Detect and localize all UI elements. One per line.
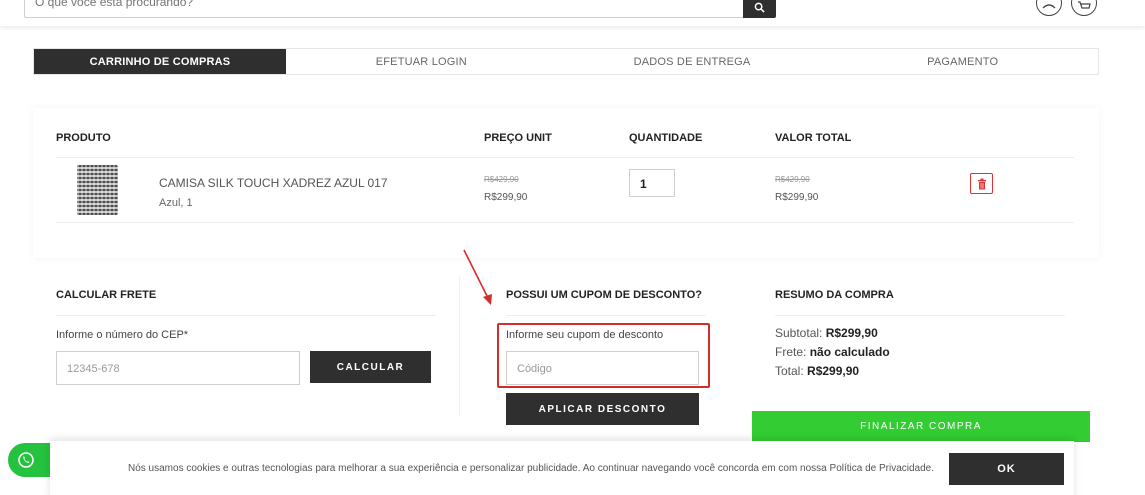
section-divider <box>56 315 436 316</box>
total-label: Total: <box>775 364 804 378</box>
summary-title: RESUMO DA COMPRA <box>775 289 894 301</box>
search-icon <box>754 2 765 13</box>
subtotal-value: R$299,90 <box>825 326 878 340</box>
product-variant: Azul, 1 <box>159 197 193 209</box>
search-button[interactable] <box>743 0 776 18</box>
whatsapp-icon <box>18 452 34 468</box>
checkout-steps: CARRINHO DE COMPRAS EFETUAR LOGIN DADOS … <box>33 48 1099 75</box>
cart-button[interactable] <box>1071 0 1097 16</box>
checkout-button[interactable]: FINALIZAR COMPRA <box>752 411 1090 442</box>
summary-subtotal: Subtotal: R$299,90 <box>775 326 878 340</box>
section-divider <box>459 276 460 416</box>
column-header-quantity: QUANTIDADE <box>629 132 703 144</box>
section-divider <box>775 315 1065 316</box>
total-price: R$299,90 <box>775 192 819 203</box>
search-input[interactable] <box>35 0 635 9</box>
cookie-text: Nós usamos cookies e outras tecnologias … <box>128 463 935 474</box>
site-header <box>0 0 1145 26</box>
cookie-banner: Nós usamos cookies e outras tecnologias … <box>50 441 1074 495</box>
cart-icon <box>1078 1 1091 9</box>
step-delivery[interactable]: DADOS DE ENTREGA <box>557 49 828 74</box>
section-divider <box>506 315 706 316</box>
trash-icon <box>978 178 986 190</box>
total-value: R$299,90 <box>807 364 860 378</box>
shipping-value: não calculado <box>809 345 890 359</box>
column-header-product: PRODUTO <box>56 132 111 144</box>
product-name[interactable]: CAMISA SILK TOUCH XADREZ AZUL 017 <box>159 176 388 190</box>
highlight-annotation-box <box>497 323 710 388</box>
remove-item-button[interactable] <box>970 173 993 194</box>
cookie-ok-button[interactable]: OK <box>949 453 1064 485</box>
cep-input[interactable]: 12345-678 <box>56 351 300 385</box>
arrow-annotation <box>463 249 492 305</box>
step-login[interactable]: EFETUAR LOGIN <box>286 49 557 74</box>
calculate-shipping-button[interactable]: CALCULAR <box>310 351 431 383</box>
quantity-input[interactable]: 1 <box>629 169 675 197</box>
table-divider <box>56 157 1074 158</box>
shipping-label: Frete: <box>775 345 807 359</box>
step-payment[interactable]: PAGAMENTO <box>827 49 1098 74</box>
coupon-title: POSSUI UM CUPOM DE DESCONTO? <box>506 289 702 301</box>
old-unit-price: R$429,90 <box>484 175 519 184</box>
summary-shipping: Frete: não calculado <box>775 345 890 359</box>
apply-coupon-button[interactable]: APLICAR DESCONTO <box>506 393 699 425</box>
summary-total: Total: R$299,90 <box>775 364 859 378</box>
search-field[interactable] <box>24 0 744 18</box>
unit-price: R$299,90 <box>484 192 528 203</box>
old-total-price: R$429,90 <box>775 175 810 184</box>
table-divider <box>56 222 1074 223</box>
cep-label: Informe o número do CEP* <box>56 329 189 341</box>
column-header-unit-price: PREÇO UNIT <box>484 132 552 144</box>
user-icon <box>1042 4 1056 9</box>
product-thumbnail[interactable] <box>77 165 118 215</box>
user-account-button[interactable] <box>1036 0 1062 16</box>
column-header-total: VALOR TOTAL <box>775 132 852 144</box>
subtotal-label: Subtotal: <box>775 326 823 340</box>
step-cart[interactable]: CARRINHO DE COMPRAS <box>34 49 286 74</box>
shipping-title: CALCULAR FRETE <box>56 289 157 301</box>
